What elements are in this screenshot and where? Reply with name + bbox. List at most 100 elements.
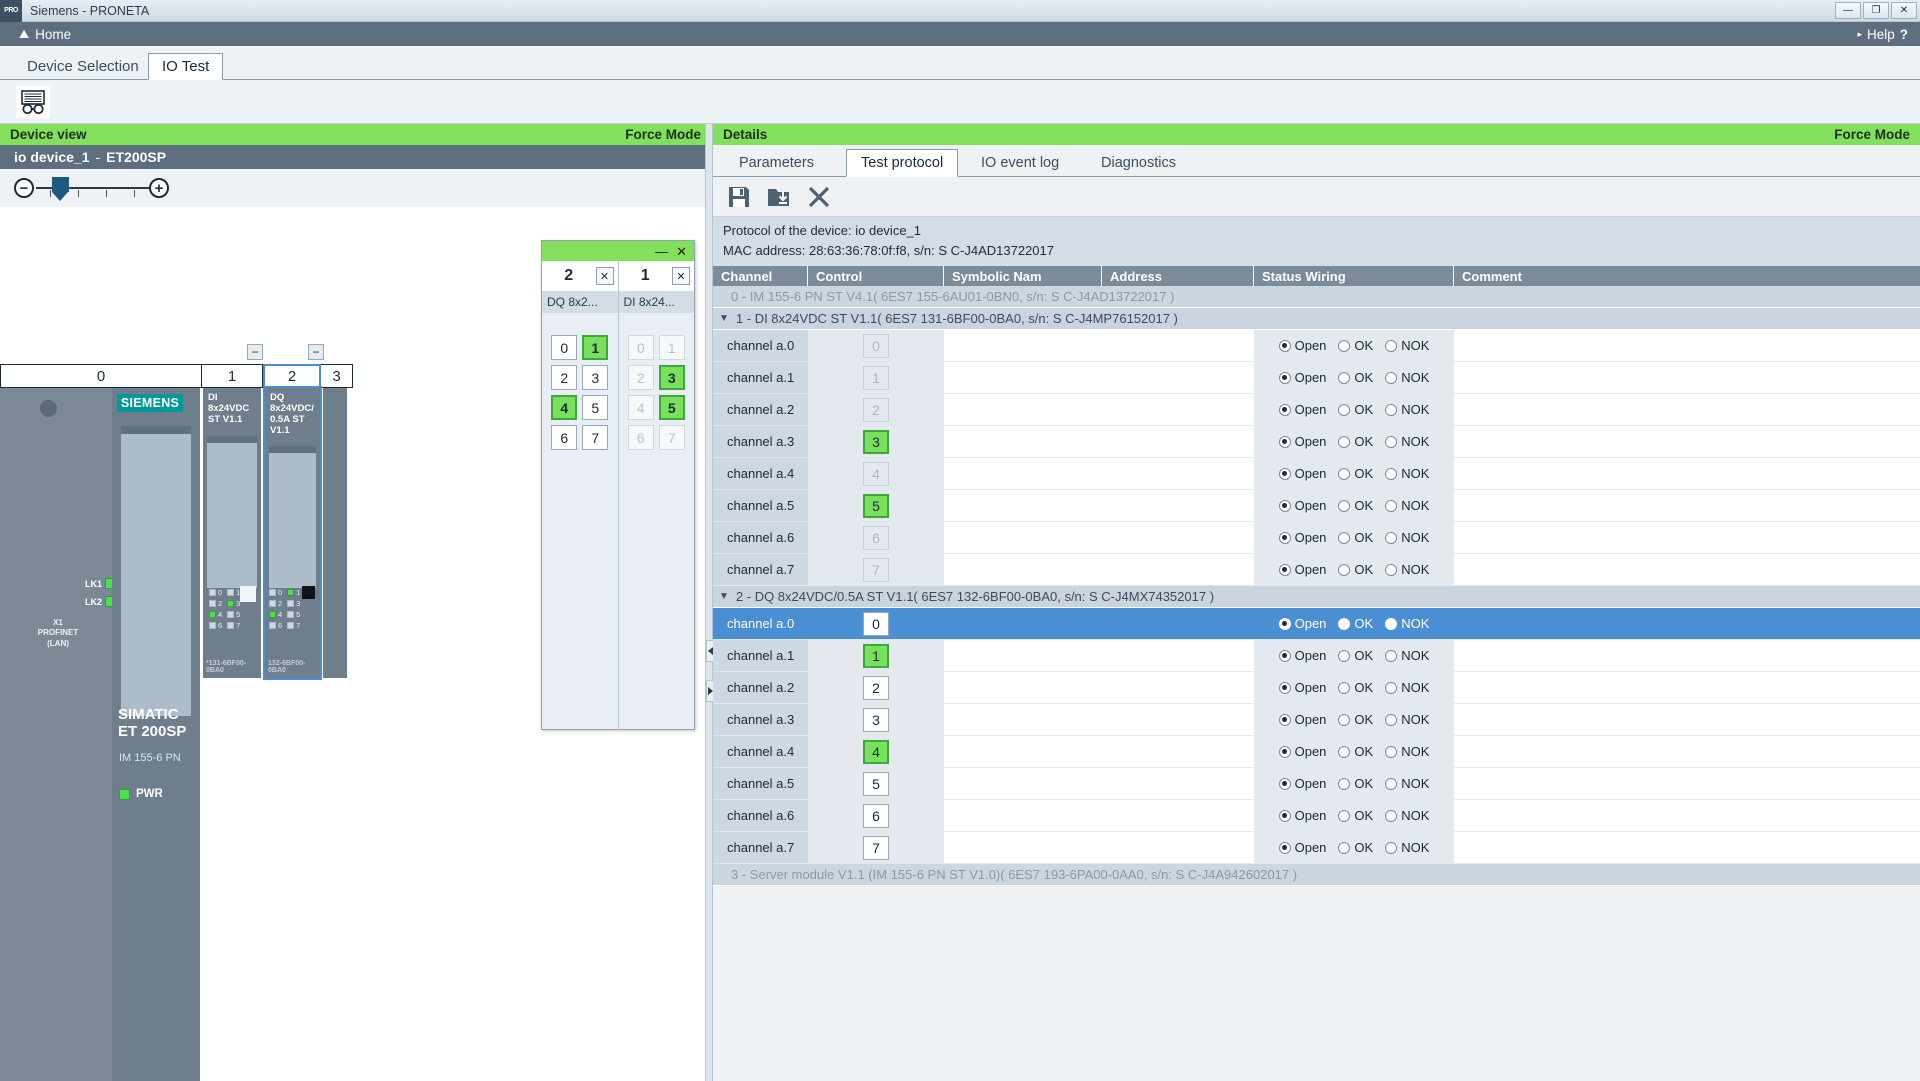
export-button[interactable]: [766, 184, 792, 210]
radio-open[interactable]: Open: [1278, 680, 1326, 695]
column-header-channel[interactable]: Channel: [713, 266, 808, 286]
slot-header-2[interactable]: 2: [263, 364, 321, 388]
radio-ok[interactable]: OK: [1338, 338, 1373, 353]
cell-control[interactable]: 2: [808, 394, 944, 425]
cell-symbolic-name[interactable]: [944, 800, 1102, 831]
column-header-symbolic-name[interactable]: Symbolic Nam: [944, 266, 1102, 286]
cell-address[interactable]: [1102, 394, 1254, 425]
radio-ok[interactable]: OK: [1338, 434, 1373, 449]
cell-comment[interactable]: [1454, 458, 1920, 489]
tab-io-test[interactable]: IO Test: [148, 53, 224, 80]
cell-control[interactable]: 7: [808, 832, 944, 863]
cell-symbolic-name[interactable]: [944, 458, 1102, 489]
cell-comment[interactable]: [1454, 704, 1920, 735]
table-row[interactable]: channel a.3 3 Open OK NOK: [713, 704, 1920, 736]
cell-status-wiring[interactable]: Open OK NOK: [1254, 522, 1454, 553]
table-row[interactable]: channel a.6 6 Open OK NOK: [713, 522, 1920, 554]
cell-comment[interactable]: [1454, 672, 1920, 703]
table-row[interactable]: channel a.5 5 Open OK NOK: [713, 490, 1920, 522]
force-cell-2-1[interactable]: 1: [582, 335, 609, 360]
control-box[interactable]: 3: [863, 707, 889, 732]
radio-open[interactable]: Open: [1278, 370, 1326, 385]
table-row[interactable]: channel a.3 3 Open OK NOK: [713, 426, 1920, 458]
cell-address[interactable]: [1102, 800, 1254, 831]
radio-open[interactable]: Open: [1278, 744, 1326, 759]
cell-address[interactable]: [1102, 522, 1254, 553]
radio-open[interactable]: Open: [1278, 776, 1326, 791]
radio-ok[interactable]: OK: [1338, 712, 1373, 727]
panel-splitter[interactable]: [705, 124, 714, 1081]
table-row[interactable]: channel a.5 5 Open OK NOK: [713, 768, 1920, 800]
radio-nok[interactable]: NOK: [1385, 530, 1429, 545]
tab-test-protocol[interactable]: Test protocol: [846, 149, 959, 177]
radio-nok[interactable]: NOK: [1385, 562, 1429, 577]
cell-status-wiring[interactable]: Open OK NOK: [1254, 800, 1454, 831]
radio-nok[interactable]: NOK: [1385, 466, 1429, 481]
radio-ok[interactable]: OK: [1338, 808, 1373, 823]
help-button[interactable]: ▸ Help ?: [1857, 27, 1908, 42]
control-box[interactable]: 4: [863, 739, 889, 764]
cell-address[interactable]: [1102, 768, 1254, 799]
force-cell-2-5[interactable]: 5: [582, 395, 609, 420]
radio-ok[interactable]: OK: [1338, 370, 1373, 385]
cell-address[interactable]: [1102, 490, 1254, 521]
cell-status-wiring[interactable]: Open OK NOK: [1254, 554, 1454, 585]
radio-nok[interactable]: NOK: [1385, 616, 1429, 631]
radio-nok[interactable]: NOK: [1385, 402, 1429, 417]
control-box[interactable]: 3: [863, 429, 889, 454]
radio-nok[interactable]: NOK: [1385, 370, 1429, 385]
radio-nok[interactable]: NOK: [1385, 434, 1429, 449]
cell-status-wiring[interactable]: Open OK NOK: [1254, 672, 1454, 703]
cell-comment[interactable]: [1454, 554, 1920, 585]
save-button[interactable]: [726, 184, 752, 210]
cell-comment[interactable]: [1454, 608, 1920, 639]
group-header-slot-0[interactable]: 0 - IM 155-6 PN ST V4.1( 6ES7 155-6AU01-…: [713, 286, 1920, 308]
cell-symbolic-name[interactable]: [944, 554, 1102, 585]
cell-symbolic-name[interactable]: [944, 640, 1102, 671]
control-box[interactable]: 6: [863, 803, 889, 828]
zoom-out-button[interactable]: −: [14, 178, 34, 198]
force-cell-2-3[interactable]: 3: [582, 365, 609, 390]
force-window-minimize-button[interactable]: —: [655, 245, 668, 258]
radio-nok[interactable]: NOK: [1385, 338, 1429, 353]
cell-control[interactable]: 4: [808, 458, 944, 489]
slot-header-0[interactable]: 0: [0, 364, 202, 388]
cell-comment[interactable]: [1454, 426, 1920, 457]
cell-control[interactable]: 2: [808, 672, 944, 703]
cell-comment[interactable]: [1454, 800, 1920, 831]
table-row[interactable]: channel a.4 4 Open OK NOK: [713, 736, 1920, 768]
cell-symbolic-name[interactable]: [944, 832, 1102, 863]
cell-comment[interactable]: [1454, 490, 1920, 521]
column-header-status-wiring[interactable]: Status Wiring: [1254, 266, 1454, 286]
cell-address[interactable]: [1102, 426, 1254, 457]
cell-status-wiring[interactable]: Open OK NOK: [1254, 394, 1454, 425]
force-cell-2-7[interactable]: 7: [582, 425, 609, 450]
cell-symbolic-name[interactable]: [944, 704, 1102, 735]
cell-address[interactable]: [1102, 554, 1254, 585]
cell-symbolic-name[interactable]: [944, 362, 1102, 393]
radio-ok[interactable]: OK: [1338, 562, 1373, 577]
cell-symbolic-name[interactable]: [944, 330, 1102, 361]
collapse-slot-1-button[interactable]: −: [247, 344, 263, 360]
restore-button[interactable]: ❐: [1863, 2, 1889, 19]
cell-symbolic-name[interactable]: [944, 768, 1102, 799]
cell-symbolic-name[interactable]: [944, 672, 1102, 703]
cell-status-wiring[interactable]: Open OK NOK: [1254, 768, 1454, 799]
control-box[interactable]: 2: [863, 397, 889, 422]
table-row[interactable]: channel a.2 2 Open OK NOK: [713, 672, 1920, 704]
group-header-slot-1[interactable]: ▼ 1 - DI 8x24VDC ST V1.1( 6ES7 131-6BF00…: [713, 308, 1920, 330]
cell-address[interactable]: [1102, 704, 1254, 735]
radio-ok[interactable]: OK: [1338, 744, 1373, 759]
cell-address[interactable]: [1102, 640, 1254, 671]
cell-control[interactable]: 5: [808, 768, 944, 799]
cell-control[interactable]: 3: [808, 426, 944, 457]
cell-status-wiring[interactable]: Open OK NOK: [1254, 704, 1454, 735]
force-window-close-button[interactable]: ✕: [676, 245, 687, 258]
cell-control[interactable]: 0: [808, 608, 944, 639]
radio-open[interactable]: Open: [1278, 338, 1326, 353]
radio-ok[interactable]: OK: [1338, 648, 1373, 663]
radio-ok[interactable]: OK: [1338, 840, 1373, 855]
force-cell-2-0[interactable]: 0: [551, 335, 578, 360]
cell-symbolic-name[interactable]: [944, 394, 1102, 425]
cell-status-wiring[interactable]: Open OK NOK: [1254, 490, 1454, 521]
